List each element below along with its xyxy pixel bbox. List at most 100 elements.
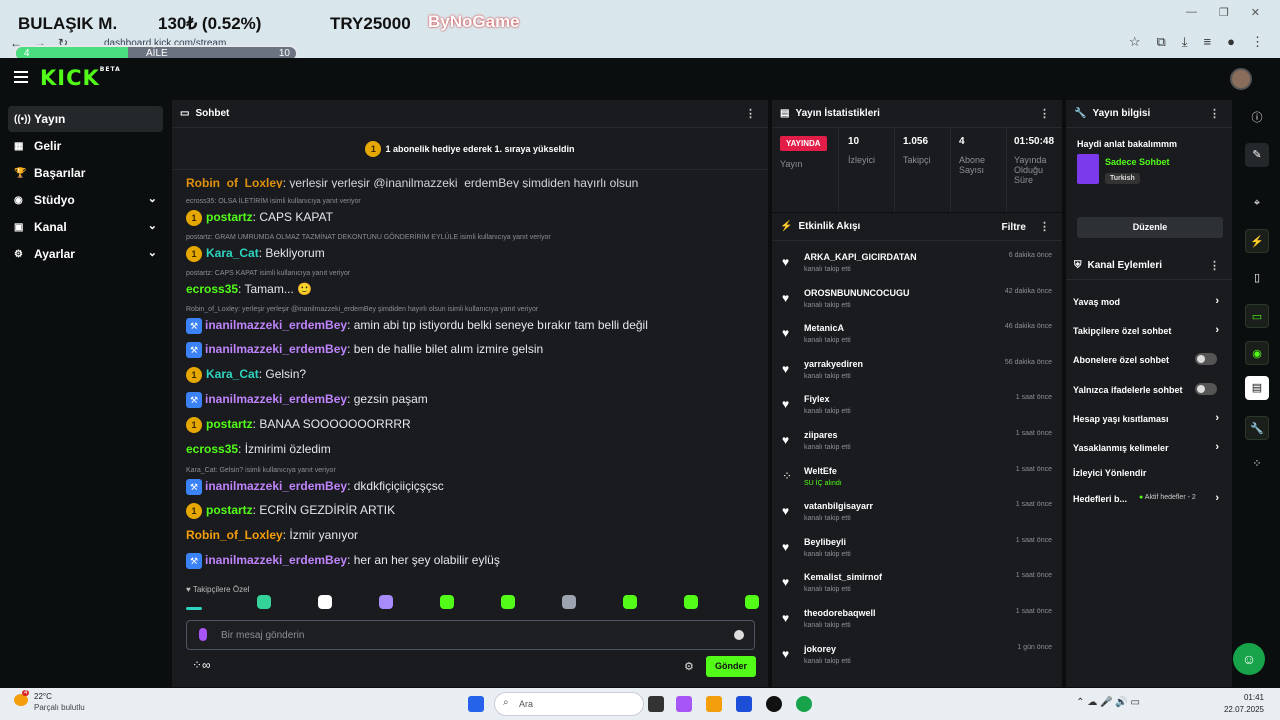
chat-username[interactable]: inanilmazzeki_erdemBey: [205, 342, 347, 356]
channel-action-item[interactable]: Yalnızca ifadelerle sohbet: [1073, 383, 1223, 395]
chat-settings-gear-icon[interactable]: ⚙: [684, 660, 694, 673]
chat-username[interactable]: inanilmazzeki_erdemBey: [205, 553, 347, 567]
lightning-tool-icon[interactable]: ⚡: [1245, 229, 1269, 253]
window-controls: — ❐ ✕: [1186, 6, 1260, 19]
emote-icon[interactable]: [318, 595, 332, 609]
chat-username[interactable]: postartz: [206, 417, 253, 431]
stream-info-menu-icon[interactable]: ⋮: [1209, 107, 1220, 120]
restore-icon[interactable]: ❐: [1219, 6, 1229, 19]
browser-menu-icon[interactable]: ⋮: [1251, 34, 1264, 50]
channel-actions-menu-icon[interactable]: ⋮: [1209, 259, 1220, 272]
channel-action-item[interactable]: Hedefleri b... › ● Aktif hedefler - 2: [1073, 492, 1223, 504]
activity-username[interactable]: OROSNBUNUNCOCUGU: [804, 288, 910, 298]
extensions-icon[interactable]: ⧉: [1157, 34, 1166, 50]
bookmark-star-icon[interactable]: ☆: [1129, 34, 1141, 50]
activity-username[interactable]: Kemalist_simirnof: [804, 572, 882, 582]
activity-username[interactable]: jokorey: [804, 644, 836, 654]
user-avatar[interactable]: [1230, 68, 1252, 90]
kick-logo[interactable]: KICKBETA: [40, 66, 121, 90]
activity-username[interactable]: vatanbilgisayarr: [804, 501, 873, 511]
activity-username[interactable]: Beylibeyli: [804, 537, 846, 547]
emote-icon[interactable]: [379, 595, 393, 609]
pencil-icon[interactable]: ✎: [1245, 143, 1269, 167]
chat-username[interactable]: Robin_of_Loxley: [186, 528, 283, 542]
channel-action-item[interactable]: Yasaklanmış kelimeler ›: [1073, 441, 1223, 453]
emote-icon[interactable]: [257, 595, 271, 609]
emote-icon[interactable]: [501, 595, 515, 609]
activity-username[interactable]: Fiylex: [804, 394, 830, 404]
channel-action-item[interactable]: Abonelere özel sohbet: [1073, 353, 1223, 365]
download-icon[interactable]: ⤓: [1182, 34, 1188, 50]
filter-button[interactable]: Filtre: [1002, 222, 1026, 233]
stats-menu-icon[interactable]: ⋮: [1039, 107, 1050, 120]
chrome-icon[interactable]: [796, 696, 812, 712]
activity-menu-icon[interactable]: ⋮: [1039, 220, 1050, 233]
playlist-icon[interactable]: ≡: [1204, 34, 1212, 50]
chat-username[interactable]: inanilmazzeki_erdemBey: [205, 318, 347, 332]
sidebar-item-studyo[interactable]: ◉ Stüdyo ⌄: [8, 187, 163, 213]
toggle-switch[interactable]: [1195, 353, 1217, 365]
emoji-icon[interactable]: [734, 630, 744, 640]
channel-action-item[interactable]: Takipçilere özel sohbet ›: [1073, 324, 1223, 336]
store-icon[interactable]: [736, 696, 752, 712]
chat-username[interactable]: inanilmazzeki_erdemBey: [205, 392, 347, 406]
channel-action-item[interactable]: İzleyici Yönlendir: [1073, 468, 1223, 478]
wrench-tool-icon[interactable]: 🔧: [1245, 416, 1269, 440]
share-icon[interactable]: ⁘: [1245, 452, 1269, 476]
layout-tool-icon[interactable]: ▤: [1245, 376, 1269, 400]
activity-username[interactable]: theodorebaqwell: [804, 608, 876, 618]
copilot-icon[interactable]: [676, 696, 692, 712]
chat-username[interactable]: Kara_Cat: [206, 246, 259, 260]
chat-tool-icon[interactable]: ▭: [1245, 304, 1269, 328]
tray-icons[interactable]: ⌃ ☁ 🎤 🔊 ▭: [1076, 697, 1140, 708]
sidebar-item-ayarlar[interactable]: ⚙ Ayarlar ⌄: [8, 241, 163, 267]
activity-username[interactable]: ziipares: [804, 430, 838, 440]
sidebar-item-basarilar[interactable]: 🏆 Başarılar: [8, 160, 163, 186]
send-button[interactable]: Gönder: [706, 656, 756, 677]
sidebar-item-kanal[interactable]: ▣ Kanal ⌄: [8, 214, 163, 240]
hamburger-menu-icon[interactable]: [14, 71, 28, 83]
broadcast-tool-icon[interactable]: ◉: [1245, 341, 1269, 365]
chat-username[interactable]: postartz: [206, 503, 253, 517]
info-icon[interactable]: ⓘ: [1245, 106, 1269, 130]
chat-input[interactable]: Bir mesaj gönderin: [186, 620, 755, 650]
chat-username[interactable]: postartz: [206, 210, 253, 224]
profile-icon[interactable]: ●: [1227, 34, 1235, 50]
emote-icon[interactable]: [440, 595, 454, 609]
toggle-switch[interactable]: [1195, 383, 1217, 395]
emote-icon[interactable]: [623, 595, 637, 609]
activity-username[interactable]: ARKA_KAPI_GICIRDATAN: [804, 252, 917, 262]
emote-icon[interactable]: [684, 595, 698, 609]
channel-action-item[interactable]: Hesap yaşı kısıtlaması ›: [1073, 412, 1223, 424]
activity-username[interactable]: MetanicA: [804, 323, 844, 333]
edit-button[interactable]: Düzenle: [1077, 217, 1223, 238]
minimize-icon[interactable]: —: [1186, 6, 1197, 19]
close-icon[interactable]: ✕: [1251, 6, 1260, 19]
chat-username[interactable]: Kara_Cat: [206, 367, 259, 381]
chat-menu-icon[interactable]: ⋮: [745, 107, 756, 120]
sidebar-item-yayin[interactable]: ((•)) Yayın: [8, 106, 163, 132]
taskbar-search[interactable]: ⌕ Ara: [494, 692, 644, 716]
channel-action-item[interactable]: Yavaş mod ›: [1073, 295, 1223, 307]
chat-message: ⚒ inanilmazzeki_erdemBey: gezsin paşam: [186, 392, 428, 408]
crop-icon[interactable]: ⌖: [1245, 191, 1269, 215]
infinity-icon[interactable]: ⁘∞: [192, 658, 211, 672]
chat-username[interactable]: ecross35: [186, 282, 238, 296]
help-chat-icon[interactable]: ☺: [1233, 643, 1265, 675]
taskbar-clock[interactable]: 01:41 22.07.2025: [1224, 692, 1264, 716]
activity-username[interactable]: WeltEfe: [804, 466, 837, 476]
document-icon[interactable]: ▯: [1245, 266, 1269, 290]
category-link[interactable]: Sadece Sohbet: [1105, 157, 1170, 167]
windows-start-icon[interactable]: [468, 696, 484, 712]
emote-icon[interactable]: [745, 595, 759, 609]
obs-icon[interactable]: [766, 696, 782, 712]
activity-username[interactable]: yarrakyediren: [804, 359, 863, 369]
task-view-icon[interactable]: [648, 696, 664, 712]
chat-username[interactable]: inanilmazzeki_erdemBey: [205, 479, 347, 493]
emote-icon[interactable]: [562, 595, 576, 609]
microphone-icon[interactable]: [199, 628, 207, 641]
file-explorer-icon[interactable]: [706, 696, 722, 712]
sidebar-item-gelir[interactable]: ▦ Gelir: [8, 133, 163, 159]
emote-icon[interactable]: [186, 607, 202, 610]
chat-username[interactable]: ecross35: [186, 442, 238, 456]
